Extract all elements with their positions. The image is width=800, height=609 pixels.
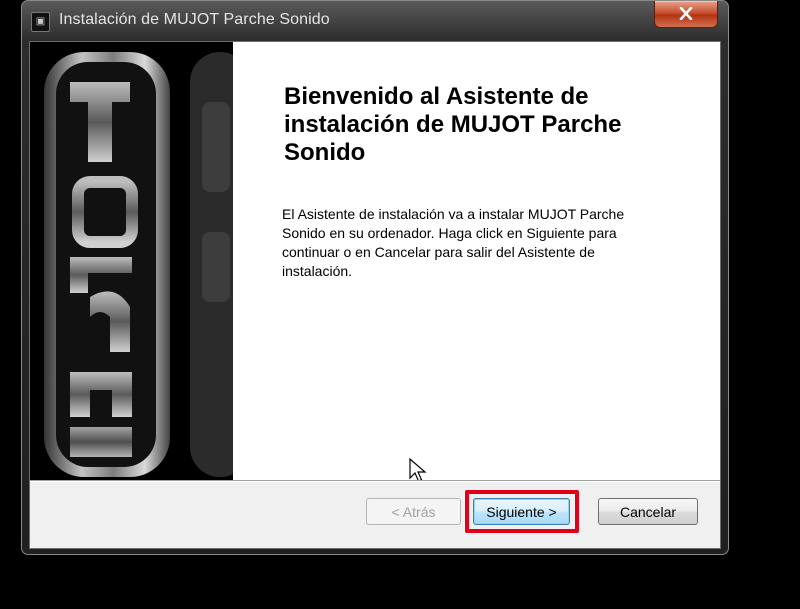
title-bar[interactable]: ▣ Instalación de MUJOT Parche Sonido <box>22 1 728 41</box>
close-button[interactable] <box>654 1 718 28</box>
side-banner-image <box>30 42 233 480</box>
window-title: Instalación de MUJOT Parche Sonido <box>59 11 330 28</box>
back-button[interactable]: < Atrás <box>366 498 461 525</box>
welcome-panel: Bienvenido al Asistente de instalación d… <box>233 42 720 482</box>
wizard-client-area: Bienvenido al Asistente de instalación d… <box>29 41 721 549</box>
welcome-heading: Bienvenido al Asistente de instalación d… <box>284 83 622 166</box>
app-icon[interactable]: ▣ <box>31 12 50 32</box>
next-button[interactable]: Siguiente > <box>473 498 570 525</box>
welcome-description: El Asistente de instalación va a instala… <box>282 206 625 279</box>
mujot-logo-graphic <box>30 42 233 480</box>
footer-separator <box>30 480 720 482</box>
cancel-button[interactable]: Cancelar <box>598 498 698 525</box>
close-icon <box>679 7 693 20</box>
installer-window: ▣ Instalación de MUJOT Parche Sonido Bie… <box>21 0 729 555</box>
